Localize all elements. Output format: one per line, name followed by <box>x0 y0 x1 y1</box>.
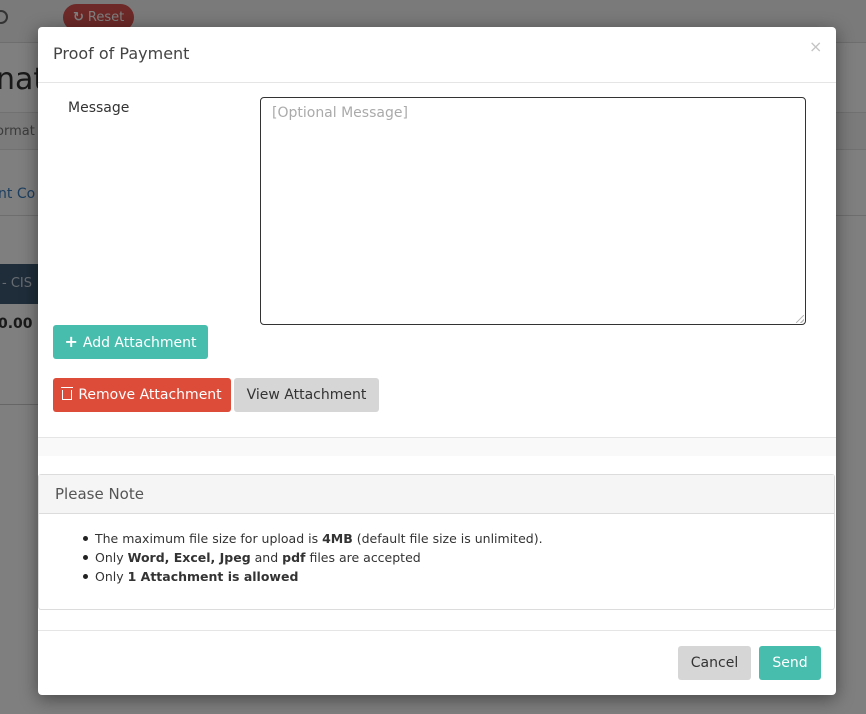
view-attachment-button[interactable]: View Attachment <box>234 378 379 412</box>
note-emphasis: Word, Excel, Jpeg <box>127 550 251 565</box>
note-text: and <box>250 550 283 565</box>
note-item: Only 1 Attachment is allowed <box>83 567 543 586</box>
add-attachment-label: Add Attachment <box>82 335 197 351</box>
note-item: The maximum file size for upload is 4MB … <box>83 529 543 548</box>
note-text: The maximum file size for upload is <box>95 531 323 546</box>
note-item: Only Word, Excel, Jpeg and pdf files are… <box>83 548 543 567</box>
resize-handle-icon[interactable] <box>796 315 804 323</box>
plus-icon: + <box>64 332 78 351</box>
note-emphasis: pdf <box>282 550 306 565</box>
modal-footer-divider <box>38 630 836 631</box>
note-text: Only <box>95 550 128 565</box>
please-note-panel: Please Note The maximum file size for up… <box>38 474 835 610</box>
message-label: Message <box>68 100 130 116</box>
proof-of-payment-modal: Proof of Payment × Message +Add Attachme… <box>38 27 836 695</box>
cancel-button[interactable]: Cancel <box>678 646 751 680</box>
remove-attachment-button[interactable]: Remove Attachment <box>53 378 231 412</box>
note-emphasis: 4MB <box>322 531 353 546</box>
modal-header: Proof of Payment × <box>38 27 836 83</box>
note-text: Only <box>95 569 128 584</box>
message-textarea[interactable] <box>260 97 806 325</box>
note-text: (default file size is unlimited). <box>352 531 543 546</box>
note-panel-title: Please Note <box>55 485 144 503</box>
modal-title: Proof of Payment <box>53 44 190 63</box>
note-panel-header: Please Note <box>39 475 834 514</box>
note-list: The maximum file size for upload is 4MB … <box>83 529 543 586</box>
note-emphasis: 1 Attachment is allowed <box>127 569 299 584</box>
trash-icon <box>61 387 74 400</box>
section-separator <box>38 437 836 456</box>
close-icon[interactable]: × <box>809 37 822 56</box>
add-attachment-button[interactable]: + Add Attachment <box>53 325 208 359</box>
send-button[interactable]: Send <box>759 646 821 680</box>
note-text: files are accepted <box>305 550 421 565</box>
remove-attachment-label: Remove Attachment <box>78 387 222 403</box>
